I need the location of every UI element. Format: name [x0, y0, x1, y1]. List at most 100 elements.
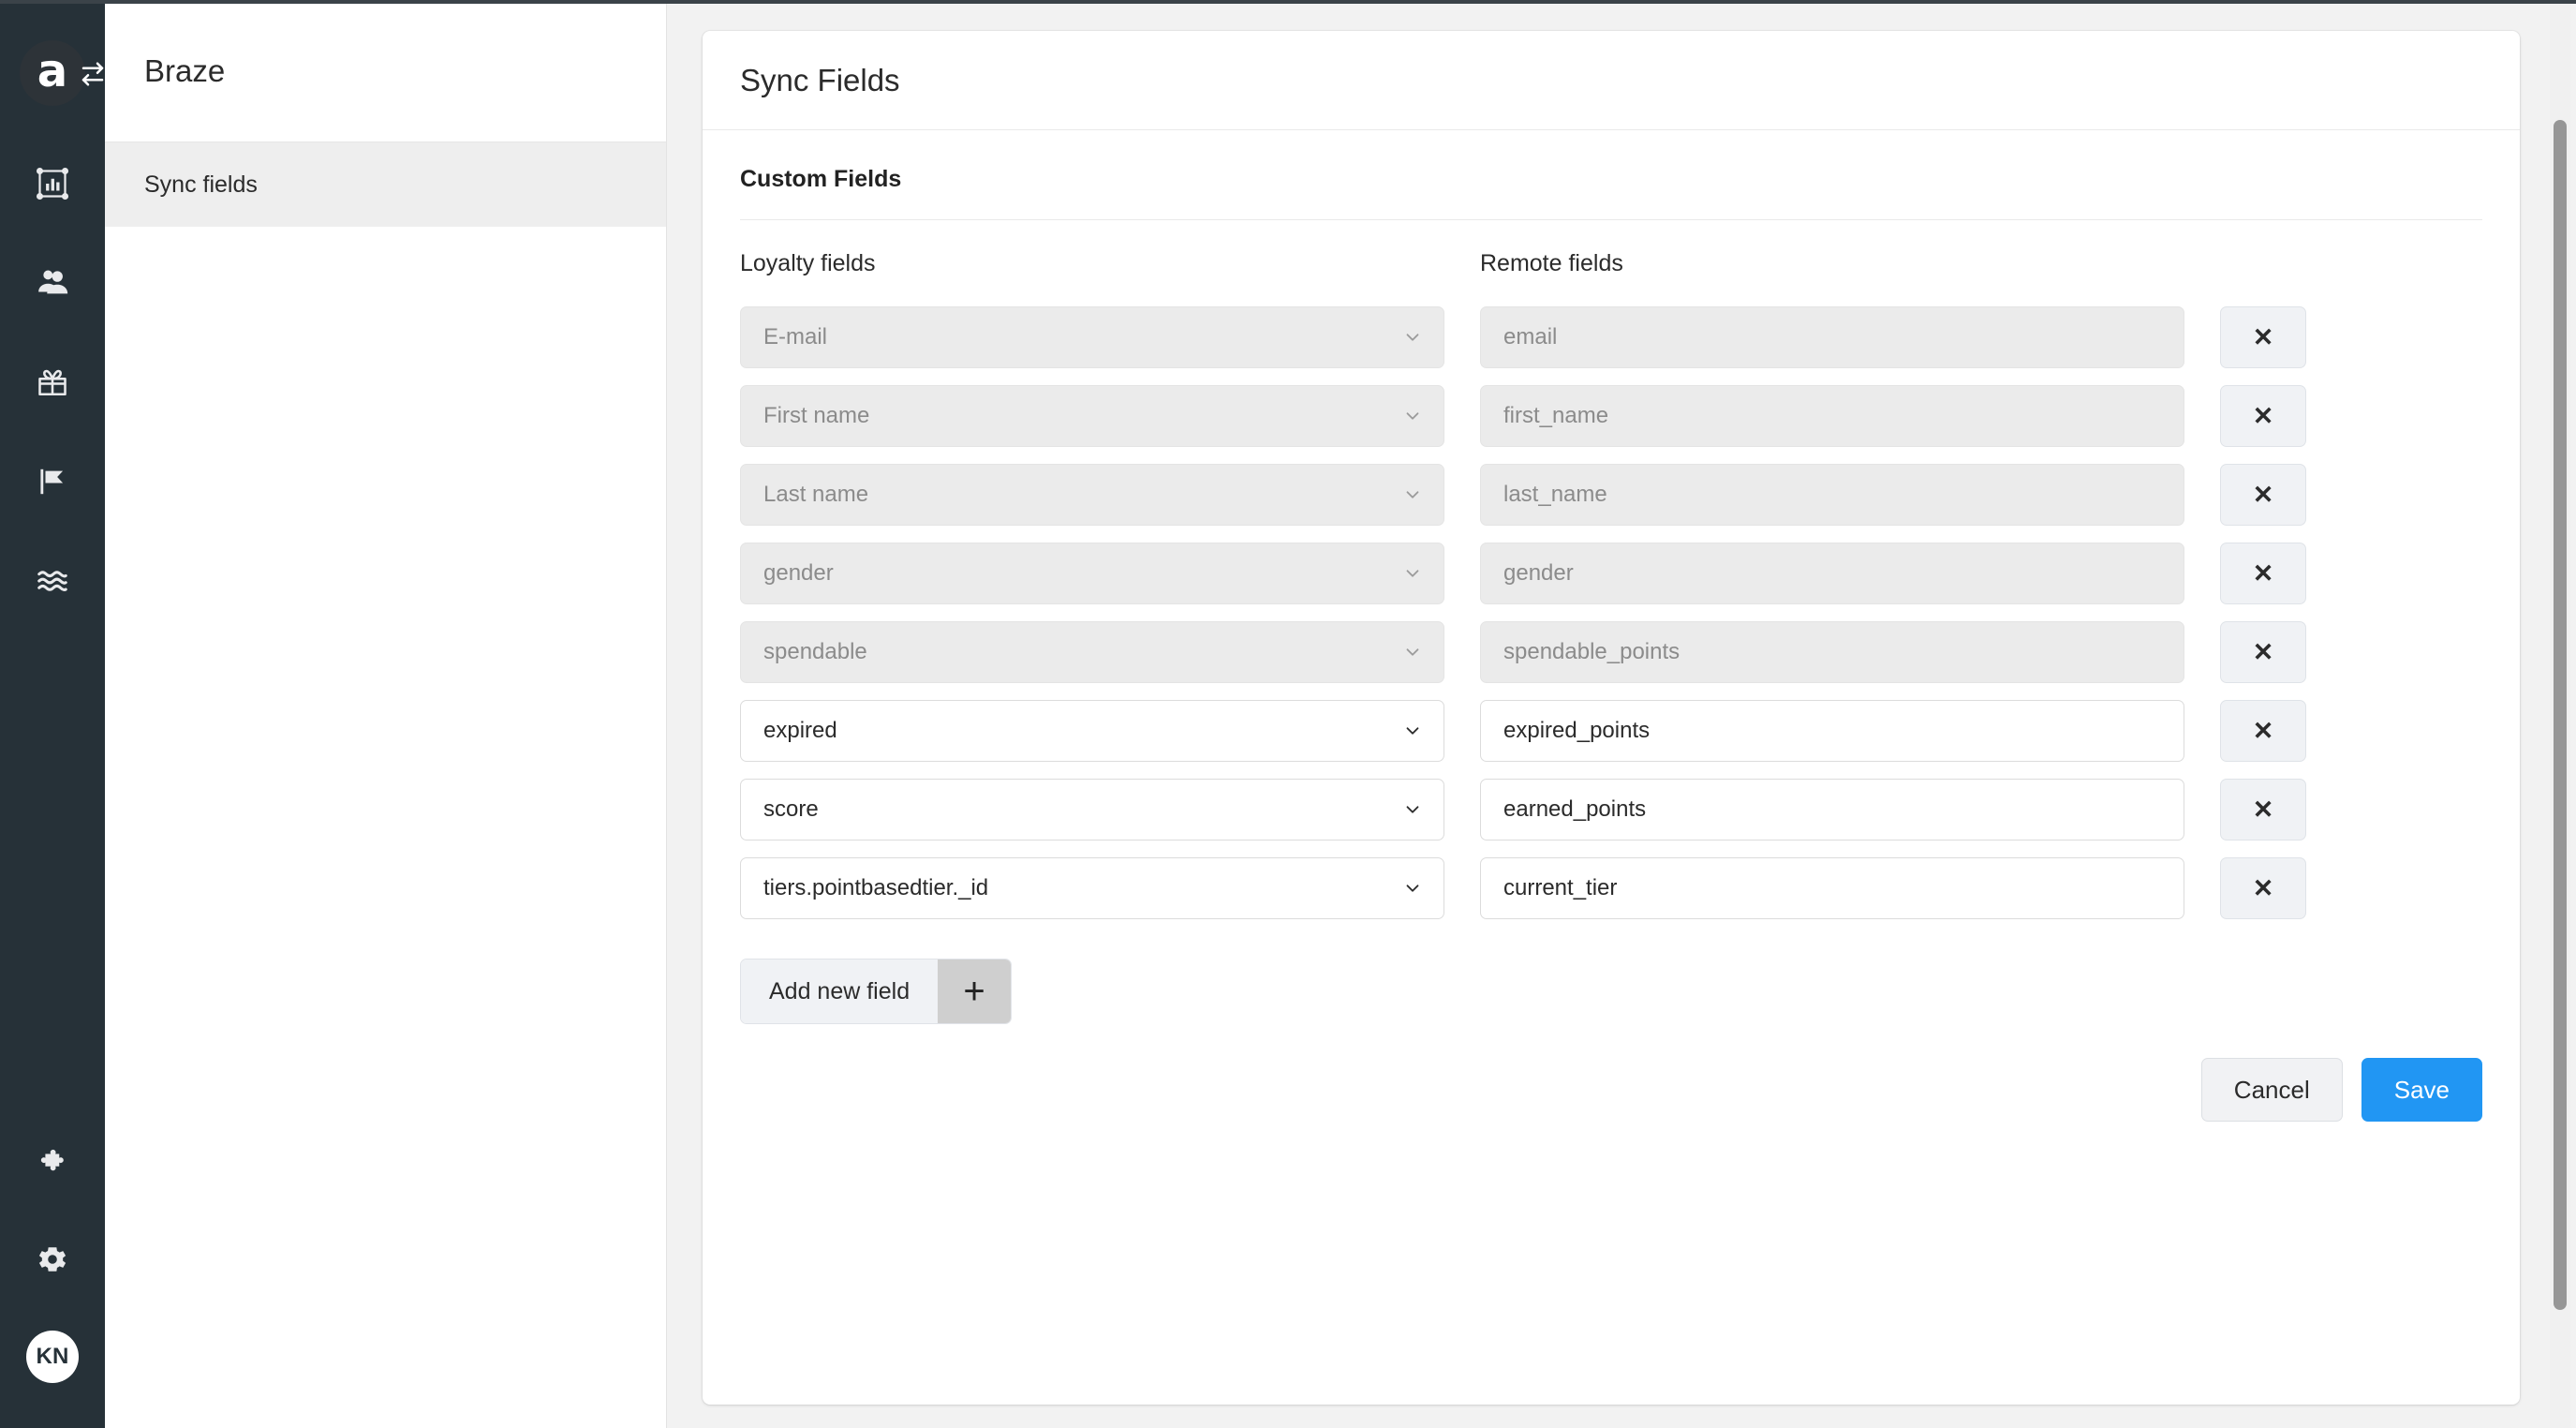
close-icon: ✕	[2252, 873, 2274, 902]
loyalty-select-3[interactable]: gender	[740, 543, 1444, 604]
remote-input-0[interactable]: email	[1480, 306, 2184, 368]
remove-row-button-1[interactable]: ✕	[2220, 385, 2306, 447]
loyalty-fields-column: Loyalty fields E-mail First name Last na…	[740, 250, 1444, 919]
loyalty-select-6[interactable]: score	[740, 779, 1444, 840]
members-people-icon	[35, 265, 70, 305]
loyalty-select-5[interactable]: expired	[740, 700, 1444, 762]
close-icon: ✕	[2252, 558, 2274, 588]
loyalty-select-4[interactable]: spendable	[740, 621, 1444, 683]
remote-input-value-1: first_name	[1503, 403, 1609, 428]
chevron-down-icon	[1402, 406, 1423, 426]
sidebar-item-label: Sync fields	[144, 171, 258, 198]
add-new-field-wrapper: Add new field +	[740, 919, 2482, 1024]
close-icon: ✕	[2252, 322, 2274, 351]
chevron-down-icon	[1402, 327, 1423, 348]
loyalty-select-value-5: expired	[763, 718, 837, 743]
card-header: Sync Fields	[703, 31, 2520, 130]
loyalty-fields-header: Loyalty fields	[740, 250, 876, 276]
cancel-button[interactable]: Cancel	[2200, 1058, 2343, 1122]
remote-input-value-5: expired_points	[1503, 718, 1651, 743]
rail-item-activity[interactable]	[22, 553, 82, 613]
loyalty-select-value-7: tiers.pointbasedtier._id	[763, 875, 989, 900]
chevron-down-icon	[1402, 484, 1423, 505]
chevron-down-icon	[1402, 642, 1423, 662]
close-icon: ✕	[2252, 401, 2274, 430]
remote-input-3[interactable]: gender	[1480, 543, 2184, 604]
close-icon: ✕	[2252, 716, 2274, 745]
puzzle-integrations-icon	[35, 1142, 70, 1183]
card-title: Sync Fields	[740, 62, 900, 97]
logo-mark: a	[37, 45, 68, 97]
rail-item-list	[0, 156, 105, 613]
window-top-edge	[0, 0, 2576, 4]
rail-item-rewards[interactable]	[22, 354, 82, 414]
chevron-down-icon	[1402, 563, 1423, 584]
remove-button-rows: ✕ ✕ ✕ ✕ ✕ ✕ ✕ ✕	[2220, 306, 2310, 919]
loyalty-select-value-6: score	[763, 796, 819, 822]
rail-item-members[interactable]	[22, 255, 82, 315]
card-footer: Cancel Save	[740, 1024, 2482, 1178]
remote-input-value-2: last_name	[1503, 482, 1607, 507]
loyalty-field-rows: E-mail First name Last name gender spend…	[740, 306, 1444, 919]
remote-input-4[interactable]: spendable_points	[1480, 621, 2184, 683]
loyalty-select-7[interactable]: tiers.pointbasedtier._id	[740, 857, 1444, 919]
remote-field-rows: email first_name last_name gender spenda…	[1480, 306, 2184, 919]
remote-input-5[interactable]: expired_points	[1480, 700, 2184, 762]
remove-row-button-6[interactable]: ✕	[2220, 779, 2306, 840]
field-mapping-grid: Loyalty fields E-mail First name Last na…	[740, 220, 2482, 919]
chevron-down-icon	[1402, 721, 1423, 741]
loyalty-select-value-0: E-mail	[763, 324, 828, 350]
row-actions-column: Actions ✕ ✕ ✕ ✕ ✕ ✕ ✕ ✕	[2220, 250, 2310, 919]
rail-item-campaigns[interactable]	[22, 454, 82, 513]
waves-activity-icon	[35, 563, 70, 603]
close-icon: ✕	[2252, 795, 2274, 824]
loyalty-select-0[interactable]: E-mail	[740, 306, 1444, 368]
loyalty-select-value-3: gender	[763, 560, 834, 586]
remote-input-value-6: earned_points	[1503, 796, 1647, 822]
remote-input-2[interactable]: last_name	[1480, 464, 2184, 526]
remote-input-value-0: email	[1503, 324, 1558, 350]
gear-settings-icon	[36, 1242, 69, 1281]
rail-item-analytics[interactable]	[22, 156, 82, 216]
avatar[interactable]: KN	[26, 1331, 79, 1383]
remove-row-button-4[interactable]: ✕	[2220, 621, 2306, 683]
remove-row-button-7[interactable]: ✕	[2220, 857, 2306, 919]
plus-icon[interactable]: +	[938, 959, 1012, 1023]
remote-fields-header: Remote fields	[1480, 250, 1623, 276]
rail-item-integrations[interactable]	[22, 1132, 82, 1192]
remove-row-button-3[interactable]: ✕	[2220, 543, 2306, 604]
remote-input-value-7: current_tier	[1503, 875, 1618, 900]
rail-bottom-group: KN	[22, 1132, 82, 1383]
app-logo[interactable]: a	[19, 39, 104, 107]
loyalty-select-1[interactable]: First name	[740, 385, 1444, 447]
add-new-field-button[interactable]: Add new field +	[740, 959, 1013, 1024]
close-icon: ✕	[2252, 637, 2274, 666]
remote-input-value-3: gender	[1503, 560, 1574, 586]
loyalty-select-2[interactable]: Last name	[740, 464, 1444, 526]
remote-input-7[interactable]: current_tier	[1480, 857, 2184, 919]
sidebar-item-sync-fields[interactable]: Sync fields	[105, 142, 666, 227]
remove-row-button-0[interactable]: ✕	[2220, 306, 2306, 368]
remote-fields-column: Remote fields email first_name last_name…	[1480, 250, 2184, 919]
loyalty-select-value-1: First name	[763, 403, 870, 428]
card-body: Custom Fields Loyalty fields E-mail Firs…	[703, 130, 2520, 1178]
analytics-chart-icon	[36, 167, 69, 205]
loyalty-select-value-2: Last name	[763, 482, 869, 507]
remove-row-button-2[interactable]: ✕	[2220, 464, 2306, 526]
vertical-scrollbar[interactable]	[2550, 0, 2570, 1428]
save-button[interactable]: Save	[2361, 1058, 2482, 1122]
remove-row-button-5[interactable]: ✕	[2220, 700, 2306, 762]
rail-item-settings[interactable]	[22, 1231, 82, 1291]
app-root: a KN Braze Sync fields Sync Fields Custo…	[0, 0, 2576, 1428]
chevron-down-icon	[1402, 799, 1423, 820]
swap-arrows-icon[interactable]	[75, 56, 111, 92]
loyalty-select-value-4: spendable	[763, 639, 867, 664]
main-content: Sync Fields Custom Fields Loyalty fields…	[667, 0, 2576, 1428]
flag-campaigns-icon	[36, 465, 69, 503]
panel-header: Braze	[105, 0, 666, 142]
remote-input-value-4: spendable_points	[1503, 639, 1680, 664]
scrollbar-thumb[interactable]	[2554, 120, 2567, 1310]
section-title-custom-fields: Custom Fields	[740, 130, 2482, 220]
remote-input-6[interactable]: earned_points	[1480, 779, 2184, 840]
remote-input-1[interactable]: first_name	[1480, 385, 2184, 447]
